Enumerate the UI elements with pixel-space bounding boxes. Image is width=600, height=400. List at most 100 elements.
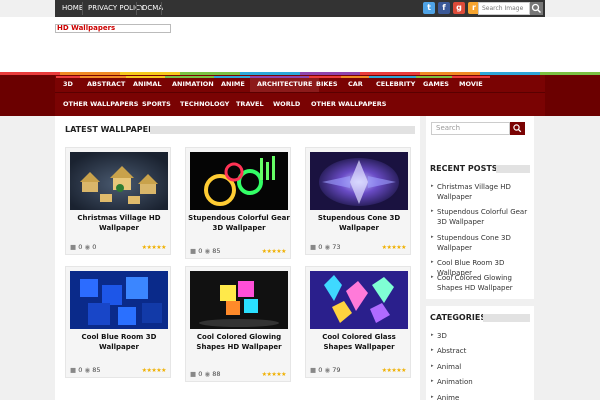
eye-icon: ◉ <box>204 370 211 378</box>
nav-item-games[interactable]: GAMES <box>416 76 456 92</box>
nav-item-world[interactable]: WORLD <box>266 96 307 112</box>
nav-label: MOVIE <box>459 80 483 88</box>
logo[interactable]: HD Wallpapers <box>55 24 171 33</box>
recent-post-link[interactable]: Christmas Village HD Wallpaper <box>437 182 532 202</box>
wallpaper-card[interactable]: Cool Colored Glass Shapes Wallpaper ■ 0 ◉… <box>305 266 411 378</box>
wallpaper-title[interactable]: Stupendous Cone 3D Wallpaper <box>308 213 410 233</box>
nav-item-car[interactable]: CAR <box>341 76 370 92</box>
eye-icon: ◉ <box>324 243 331 251</box>
wallpaper-card[interactable]: Cool Colored Glowing Shapes HD Wallpaper… <box>185 266 291 382</box>
wallpaper-thumbnail[interactable] <box>190 152 288 210</box>
comment-icon: ■ <box>70 366 77 374</box>
category-link[interactable]: Abstract <box>437 346 532 356</box>
recent-post-link[interactable]: Stupendous Colorful Gear 3D Wallpaper <box>437 207 532 227</box>
category-link[interactable]: 3D <box>437 331 532 341</box>
nav-tick <box>165 76 221 78</box>
nav-item-animal[interactable]: ANIMAL <box>126 76 169 92</box>
logo-text: HD Wallpapers <box>57 24 116 32</box>
title-bar <box>150 126 415 134</box>
search-icon <box>513 124 522 133</box>
comment-icon: ■ <box>310 243 317 251</box>
sidebar-search-input[interactable]: Search <box>431 122 510 135</box>
twitter-icon[interactable]: t <box>423 2 435 14</box>
wallpaper-thumbnail[interactable] <box>70 152 168 210</box>
recent-post-link[interactable]: Cool Colored Glowing Shapes HD Wallpaper <box>437 273 532 293</box>
nav-item-bikes[interactable]: BIKES <box>309 76 345 92</box>
wallpaper-meta: ■ 0 ◉ 88 <box>190 370 220 378</box>
nav-label: ABSTRACT <box>87 80 126 88</box>
nav-item-technology[interactable]: TECHNOLOGY <box>173 96 236 112</box>
nav-tick <box>369 76 423 78</box>
sidebar-search-button[interactable] <box>510 122 525 135</box>
wallpaper-title[interactable]: Cool Blue Room 3D Wallpaper <box>68 332 170 352</box>
nav-item-sports[interactable]: SPORTS <box>135 96 178 112</box>
bullet-icon: ▸ <box>431 347 434 353</box>
nav-label: GAMES <box>423 80 449 88</box>
wallpaper-meta: ■ 0 ◉ 79 <box>310 366 340 374</box>
recent-posts-title: RECENT POSTS <box>430 164 498 173</box>
nav-item-other-wallpapers[interactable]: OTHER WALLPAPERS <box>56 96 145 112</box>
nav-item-celebrity[interactable]: CELEBRITY <box>369 76 423 92</box>
nav-label: TECHNOLOGY <box>180 100 230 108</box>
wallpaper-thumbnail[interactable] <box>310 271 408 329</box>
nav-item-movie[interactable]: MOVIE <box>452 76 490 92</box>
nav-label: WORLD <box>273 100 301 108</box>
nav-item-travel[interactable]: TRAVEL <box>229 96 271 112</box>
nav-tick <box>214 76 252 78</box>
rating-stars: ★★★★★ <box>381 244 407 251</box>
comment-icon: ■ <box>190 247 197 255</box>
category-link[interactable]: Animal <box>437 362 532 372</box>
search-icon <box>531 3 541 13</box>
google-plus-icon[interactable]: g <box>453 2 465 14</box>
nav-label: OTHER WALLPAPERS <box>63 100 139 108</box>
top-link-dcma[interactable]: DCMA <box>137 0 168 17</box>
comment-icon: ■ <box>70 243 77 251</box>
nav-tick <box>416 76 456 78</box>
nav-item-3d[interactable]: 3D <box>56 76 80 92</box>
wallpaper-thumbnail[interactable] <box>70 271 168 329</box>
facebook-icon[interactable]: f <box>438 2 450 14</box>
bullet-icon: ▸ <box>431 332 434 338</box>
nav-tick <box>80 76 133 78</box>
view-count: 85 <box>92 366 101 374</box>
nav-label: ARCHITECTURE <box>257 80 313 88</box>
nav-label: CELEBRITY <box>376 80 416 88</box>
wallpaper-thumbnail[interactable] <box>310 152 408 210</box>
nav-label: ANIME <box>221 80 245 88</box>
rating-stars: ★★★★★ <box>141 367 167 374</box>
wallpaper-card[interactable]: Cool Blue Room 3D Wallpaper ■ 0 ◉ 85 ★★★★★ <box>65 266 171 378</box>
view-count: 0 <box>92 243 97 251</box>
divider <box>161 2 162 15</box>
category-link[interactable]: Animation <box>437 377 532 387</box>
eye-icon: ◉ <box>84 366 91 374</box>
wallpaper-card[interactable]: Christmas Village HD Wallpaper ■ 0 ◉ 0 ★★★… <box>65 147 171 255</box>
wallpaper-meta: ■ 0 ◉ 85 <box>70 366 100 374</box>
wallpaper-title[interactable]: Cool Colored Glass Shapes Wallpaper <box>308 332 410 352</box>
wallpaper-title[interactable]: Christmas Village HD Wallpaper <box>68 213 170 233</box>
eye-icon: ◉ <box>204 247 211 255</box>
section-title: LATEST WALLPAPER <box>65 125 155 134</box>
category-link[interactable]: Anime <box>437 393 532 400</box>
comment-count: 0 <box>318 243 323 251</box>
wallpaper-card[interactable]: Stupendous Cone 3D Wallpaper ■ 0 ◉ 73 ★★★★… <box>305 147 411 255</box>
rating-stars: ★★★★★ <box>261 371 287 378</box>
bullet-icon: ▸ <box>431 183 434 189</box>
wallpaper-thumbnail[interactable] <box>190 271 288 329</box>
comment-count: 0 <box>198 370 203 378</box>
top-search-button[interactable] <box>530 2 543 15</box>
view-count: 88 <box>212 370 221 378</box>
nav-item-other-wallpapers[interactable]: OTHER WALLPAPERS <box>304 96 393 112</box>
wallpaper-title[interactable]: Stupendous Colorful Gear 3D Wallpaper <box>188 213 290 233</box>
top-search-input[interactable]: Search Image <box>478 2 530 15</box>
wallpaper-title[interactable]: Cool Colored Glowing Shapes HD Wallpaper <box>188 332 290 352</box>
wallpaper-card[interactable]: Stupendous Colorful Gear 3D Wallpaper ■ 0… <box>185 147 291 259</box>
title-bar <box>496 165 530 173</box>
bullet-icon: ▸ <box>431 234 434 240</box>
nav-item-anime[interactable]: ANIME <box>214 76 252 92</box>
nav-tick <box>341 76 370 78</box>
bullet-icon: ▸ <box>431 378 434 384</box>
recent-post-link[interactable]: Stupendous Cone 3D Wallpaper <box>437 233 532 253</box>
nav-item-animation[interactable]: ANIMATION <box>165 76 221 92</box>
nav-item-abstract[interactable]: ABSTRACT <box>80 76 133 92</box>
wallpaper-meta: ■ 0 ◉ 73 <box>310 243 340 251</box>
